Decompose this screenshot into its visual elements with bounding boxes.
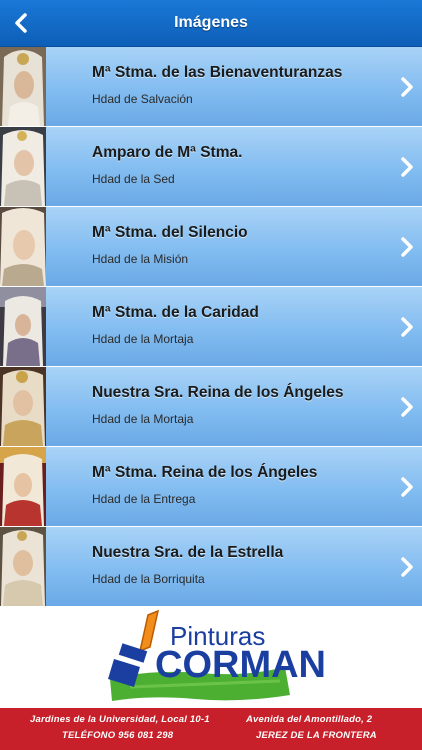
thumbnail-image [0, 207, 46, 286]
thumbnail-image [0, 447, 46, 526]
image-list: Mª Stma. de las Bienaventuranzas Hdad de… [0, 47, 422, 607]
item-subtitle: Hdad de la Entrega [92, 492, 196, 506]
thumbnail-image [0, 527, 46, 606]
item-subtitle: Hdad de la Misión [92, 252, 189, 266]
item-subtitle: Hdad de la Mortaja [92, 412, 194, 426]
thumbnail-image [0, 47, 46, 126]
list-item[interactable]: Mª Stma. de la Caridad Hdad de la Mortaj… [0, 287, 422, 367]
city-text: JEREZ DE LA FRONTERA [256, 730, 377, 741]
phone-text: TELÉFONO 956 081 298 [62, 730, 174, 741]
item-title: Mª Stma. Reina de los Ángeles [92, 464, 318, 481]
item-title: Amparo de Mª Stma. [92, 144, 243, 161]
brand-main-text: CORMAN [155, 644, 326, 686]
chevron-right-icon [401, 237, 413, 257]
chevron-right-icon [401, 77, 413, 97]
chevron-right-icon [401, 157, 413, 177]
item-subtitle: Hdad de la Mortaja [92, 332, 194, 346]
thumbnail-image [0, 127, 46, 206]
back-button[interactable] [6, 8, 36, 38]
ad-footer: Jardines de la Universidad, Local 10-1 A… [0, 708, 422, 750]
list-item[interactable]: Mª Stma. del Silencio Hdad de la Misión [0, 207, 422, 287]
chevron-left-icon [15, 13, 27, 33]
item-title: Mª Stma. de las Bienaventuranzas [92, 64, 343, 81]
thumbnail-image [0, 367, 46, 446]
chevron-right-icon [401, 397, 413, 417]
page-title: Imágenes [174, 14, 248, 31]
item-subtitle: Hdad de la Borriquita [92, 572, 205, 586]
item-title: Mª Stma. del Silencio [92, 224, 248, 241]
chevron-right-icon [401, 557, 413, 577]
chevron-right-icon [401, 477, 413, 497]
chevron-right-icon [401, 317, 413, 337]
item-title: Mª Stma. de la Caridad [92, 304, 259, 321]
list-item[interactable]: Amparo de Mª Stma. Hdad de la Sed [0, 127, 422, 207]
item-title: Nuestra Sra. de la Estrella [92, 544, 284, 561]
item-subtitle: Hdad de Salvación [92, 92, 193, 106]
item-title: Nuestra Sra. Reina de los Ángeles [92, 384, 344, 401]
list-item[interactable]: Mª Stma. de las Bienaventuranzas Hdad de… [0, 47, 422, 127]
address-left: Jardines de la Universidad, Local 10-1 [30, 714, 210, 725]
thumbnail-image [0, 287, 46, 366]
header-bar: Imágenes [0, 0, 422, 47]
item-subtitle: Hdad de la Sed [92, 172, 175, 186]
pinturas-corman-logo: Pinturas CORMAN [108, 609, 326, 701]
address-right: Avenida del Amontillado, 2 [246, 714, 373, 725]
list-item[interactable]: Nuestra Sra. Reina de los Ángeles Hdad d… [0, 367, 422, 447]
list-item[interactable]: Nuestra Sra. de la Estrella Hdad de la B… [0, 527, 422, 607]
list-item[interactable]: Mª Stma. Reina de los Ángeles Hdad de la… [0, 447, 422, 527]
